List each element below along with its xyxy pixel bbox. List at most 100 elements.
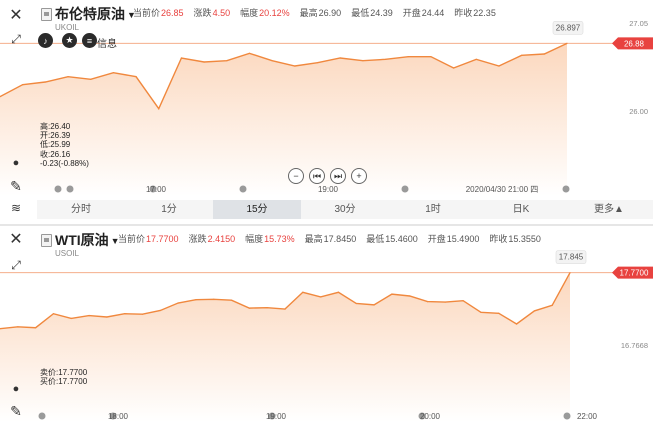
quote-label: 当前价: [118, 234, 146, 244]
data-point: [407, 56, 409, 58]
symbol-name[interactable]: WTI原油 ▼: [55, 230, 120, 250]
wti-chart-panel: 17.845 17.7700 16.7668 18:00 19:00 20:00 22:00…: [0, 226, 653, 428]
scroll-dot: [239, 185, 247, 193]
quote-4: 最低15.4600: [366, 234, 423, 244]
data-point: [271, 60, 273, 62]
data-point: [453, 67, 455, 69]
brent-chart-panel: 26.897 26.88 27.05 26.00 17:00 19:00 2020/04/3…: [0, 0, 653, 224]
expand-icon[interactable]: ⤢: [5, 28, 27, 50]
data-point: [88, 315, 90, 317]
skip-back-icon[interactable]: ⏮: [309, 168, 325, 184]
ohlc-line: 收:26.16: [40, 149, 71, 159]
tab-2[interactable]: 15分: [213, 200, 301, 219]
data-point: [106, 316, 108, 318]
document-icon: [41, 234, 52, 247]
scroll-dot: [54, 185, 62, 193]
quote-6: 昨收22.35: [454, 8, 501, 18]
menu-icon[interactable]: ≡: [82, 33, 97, 48]
ask-price: 买价:17.7700: [40, 377, 88, 387]
bid-price: 卖价:17.7700: [40, 368, 88, 377]
tab-3[interactable]: 30分: [301, 200, 389, 219]
data-point: [226, 60, 228, 62]
quote-0: 当前价17.7700: [118, 234, 184, 244]
bid-ask-box: 卖价:17.7700 买价:17.7700: [40, 368, 87, 386]
data-point: [44, 81, 46, 83]
document-icon: [41, 8, 52, 21]
quote-value: 4.50: [212, 8, 231, 18]
indicator-icon[interactable]: ≋: [5, 197, 27, 219]
data-point: [409, 295, 411, 297]
data-point: [159, 309, 161, 312]
quote-value: 26.90: [318, 8, 342, 18]
expand-icon[interactable]: ⤢: [5, 254, 27, 276]
quote-4: 最低24.39: [351, 8, 398, 18]
scroll-dot: [562, 185, 570, 193]
data-point: [475, 58, 477, 60]
data-point: [498, 65, 500, 67]
data-point: [112, 72, 114, 74]
data-point: [480, 311, 482, 313]
zoom-in-icon[interactable]: +: [351, 168, 367, 184]
quote-label: 涨跌: [188, 234, 207, 244]
data-point: [521, 54, 523, 56]
data-point: [316, 62, 319, 64]
tab-4[interactable]: 1时: [389, 200, 477, 219]
brent-header: 布伦特原油 ▼ UKOIL 当前价26.85 涨跌4.50 幅度20.12% 最高26.…: [38, 4, 653, 34]
zoom-out-icon[interactable]: −: [288, 168, 304, 184]
tab-0[interactable]: 分时: [37, 200, 125, 219]
data-point: [337, 291, 340, 293]
quote-value: 17.7700: [146, 234, 179, 244]
close-icon[interactable]: ✕: [5, 228, 27, 250]
data-point: [266, 307, 268, 309]
quote-label: 最低: [366, 234, 385, 244]
ohlc-line: 低:25.99: [40, 140, 71, 150]
quote-5: 开盘24.44: [403, 8, 450, 18]
star-icon[interactable]: ★: [62, 33, 77, 48]
pen-icon[interactable]: ✎: [5, 175, 27, 197]
symbol-code: UKOIL: [55, 23, 80, 32]
data-point: [444, 301, 446, 303]
footprint-icon[interactable]: ●: [5, 152, 27, 174]
tab-6[interactable]: 更多▲: [565, 200, 653, 219]
data-point: [177, 302, 179, 304]
data-point: [355, 302, 357, 305]
tab-1[interactable]: 1分: [125, 200, 213, 219]
symbol-name[interactable]: 布伦特原油 ▼: [55, 4, 136, 24]
quote-3: 最高26.90: [300, 8, 347, 18]
data-point: [373, 304, 375, 306]
pen-icon[interactable]: ✎: [5, 400, 27, 422]
symbol-code: USOIL: [55, 249, 80, 258]
quote-value: 24.44: [421, 8, 445, 18]
data-point: [320, 296, 322, 298]
quote-value: 15.73%: [264, 234, 295, 244]
x-tick-label: 2020/04/30 21:00 四: [466, 185, 539, 194]
data-point: [213, 298, 215, 300]
tab-5[interactable]: 日K: [477, 200, 565, 219]
data-point: [426, 301, 429, 303]
data-point: [533, 310, 535, 312]
footprint-icon[interactable]: ●: [5, 378, 27, 400]
quote-label: 开盘: [402, 8, 421, 18]
info-label[interactable]: 信息: [97, 35, 117, 50]
quote-1: 涨跌2.4150: [189, 234, 241, 244]
skip-forward-icon[interactable]: ⏭: [330, 168, 346, 184]
close-icon[interactable]: ✕: [5, 4, 27, 26]
quote-1: 涨跌4.50: [194, 8, 236, 18]
quote-value: 22.35: [473, 8, 496, 18]
data-point: [294, 65, 296, 67]
x-tick-label: 18:00: [108, 412, 129, 421]
quote-value: 2.4150: [207, 234, 236, 244]
price-tag-label: 26.88: [624, 39, 645, 48]
data-point: [284, 308, 286, 310]
data-point: [180, 57, 183, 59]
data-point: [230, 299, 233, 301]
bell-icon[interactable]: ♪: [38, 33, 53, 48]
quote-value: 15.4600: [385, 234, 418, 244]
quote-label: 最高: [299, 8, 318, 18]
data-point: [195, 299, 197, 301]
data-point: [67, 76, 69, 78]
ohlc-line: 高:26.40: [40, 122, 71, 131]
data-point: [566, 42, 568, 44]
ohlc-line: -0.23(-0.88%): [40, 158, 89, 168]
data-point: [90, 78, 92, 80]
